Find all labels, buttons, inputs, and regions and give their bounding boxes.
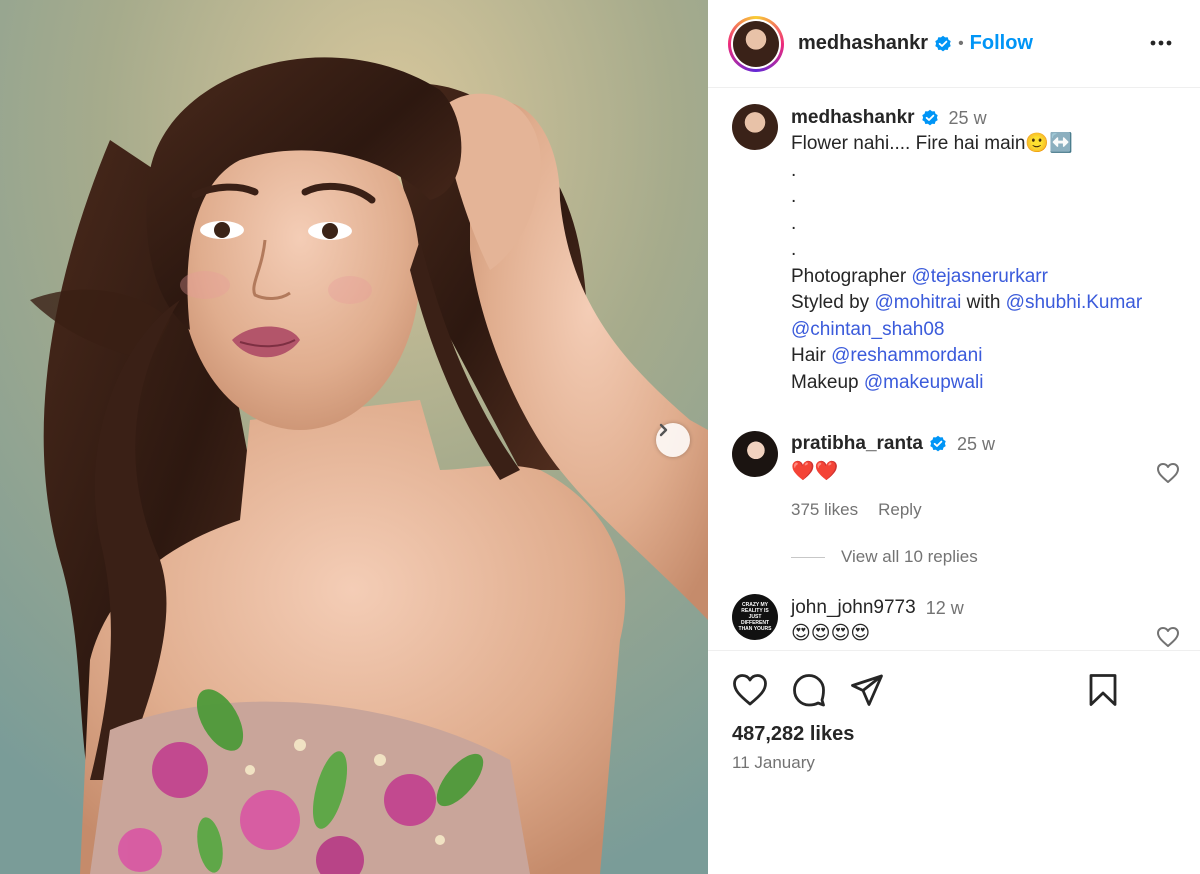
paper-plane-icon[interactable] [850, 673, 884, 707]
comment-text: 😍😍😍😍 [791, 623, 871, 644]
next-photo-button[interactable] [656, 423, 690, 457]
caption-dot: . [791, 212, 797, 234]
credit-separator: with [961, 292, 1006, 313]
author-avatar-story-ring[interactable] [728, 15, 784, 72]
post-photo [0, 0, 708, 874]
avatar[interactable] [732, 431, 778, 477]
caption: medhashankr 25 w Flower nahi.... Fire ha… [791, 107, 1142, 396]
verified-badge-icon [930, 435, 946, 452]
credit-label: Photographer [791, 265, 912, 287]
caption-dot: . [791, 159, 797, 181]
avatar-text: CRAZY MY REALITY IS JUST DIFFERENT THAN … [738, 602, 772, 632]
comment-item: pratibha_ranta 25 w ❤️❤️ 375 likes Reply [791, 433, 995, 520]
heart-icon[interactable] [1156, 626, 1180, 648]
credit-makeup: Makeup @makeupwali [791, 370, 1142, 397]
mention-link[interactable]: @makeupwali [864, 372, 984, 393]
comment-likes[interactable]: 375 likes [791, 500, 858, 520]
heart-icon[interactable] [1156, 462, 1180, 484]
heart-icon[interactable] [732, 673, 768, 707]
comments-section[interactable]: medhashankr 25 w Flower nahi.... Fire ha… [708, 89, 1200, 650]
separator-dot: • [958, 34, 964, 52]
post-actions: 487,282 likes 11 January [708, 650, 1200, 874]
replies-divider [791, 556, 825, 558]
avatar[interactable]: CRAZY MY REALITY IS JUST DIFFERENT THAN … [732, 594, 778, 640]
comment-avatar-wrap [732, 431, 778, 477]
bookmark-icon[interactable] [1088, 673, 1118, 707]
author-username[interactable]: medhashankr [798, 32, 928, 55]
caption-line: Flower nahi.... Fire hai main🙂↔️ [791, 133, 1073, 154]
comment-username[interactable]: pratibha_ranta [791, 433, 923, 455]
reply-button[interactable]: Reply [878, 500, 921, 520]
mention-link[interactable]: @chintan_shah08 [791, 319, 944, 340]
mention-link[interactable]: @shubhi.Kumar [1006, 292, 1143, 313]
credit-photographer: Photographer @tejasnerurkarr [791, 264, 1142, 291]
more-options-icon[interactable] [1148, 30, 1174, 56]
caption-dot: . [791, 186, 797, 207]
comment-time: 12 w [925, 597, 964, 618]
caption-time: 25 w [948, 107, 987, 128]
view-replies[interactable]: View all 10 replies [791, 547, 978, 567]
comment-bubble-icon[interactable] [792, 673, 826, 707]
post-details-panel: medhashankr • Follow medhashankr 25 w Fl… [708, 0, 1200, 874]
follow-button[interactable]: Follow [970, 32, 1033, 55]
chevron-right-icon [659, 423, 668, 437]
credit-label: Hair [791, 345, 832, 366]
likes-count[interactable]: 487,282 likes [732, 723, 854, 746]
comment-text: ❤️❤️ [791, 461, 839, 482]
credit-mention-line: @chintan_shah08 [791, 317, 1142, 344]
credit-hair: Hair @reshammordani [791, 343, 1142, 370]
caption-avatar-wrap [732, 104, 778, 150]
caption-username[interactable]: medhashankr [791, 107, 915, 129]
credit-label: Makeup [791, 371, 864, 393]
portrait-illustration [0, 0, 708, 874]
caption-dot: . [791, 239, 797, 260]
view-replies-label[interactable]: View all 10 replies [841, 547, 978, 567]
post-header: medhashankr • Follow [708, 0, 1200, 88]
verified-badge-icon [935, 35, 951, 51]
verified-badge-icon [921, 109, 938, 126]
comment-avatar-wrap: CRAZY MY REALITY IS JUST DIFFERENT THAN … [732, 594, 778, 640]
comment-username[interactable]: john_john9773 [791, 597, 916, 619]
credit-label: Styled by [791, 292, 875, 313]
comment-item: john_john9773 12 w 😍😍😍😍 [791, 597, 964, 648]
mention-link[interactable]: @reshammordani [831, 345, 982, 366]
avatar [733, 20, 779, 67]
mention-link[interactable]: @tejasnerurkarr [911, 266, 1048, 287]
comment-time: 25 w [956, 433, 996, 454]
post-date[interactable]: 11 January [732, 753, 815, 773]
credit-styled-by: Styled by @mohitrai with @shubhi.Kumar [791, 290, 1142, 317]
avatar[interactable] [732, 104, 778, 150]
mention-link[interactable]: @mohitrai [874, 292, 961, 313]
